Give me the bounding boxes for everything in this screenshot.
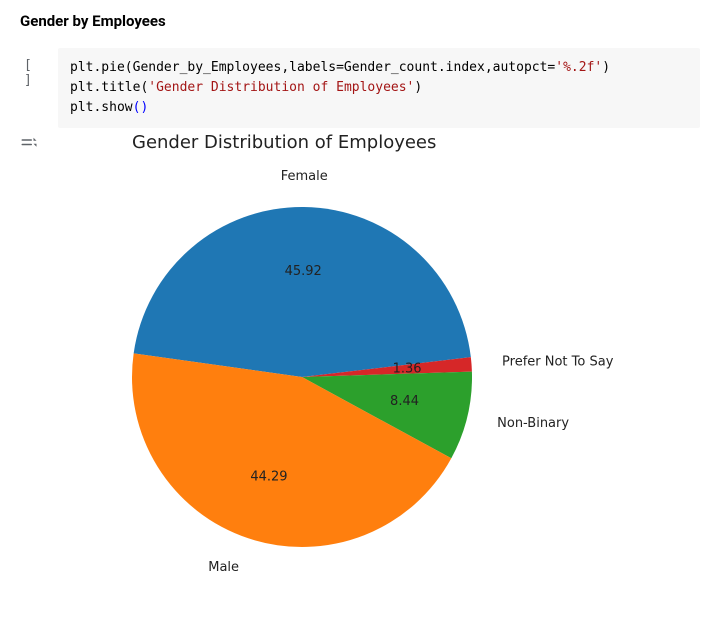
pie-category-label: Prefer Not To Say: [502, 355, 614, 370]
output-row: Gender Distribution of Employees 45.92 Fe…: [20, 132, 700, 587]
pie-category-label: Female: [281, 169, 328, 184]
pie-slice: [134, 207, 471, 377]
code-cell: [ ] plt.pie(Gender_by_Employees,labels=G…: [20, 48, 700, 128]
pie-chart: 45.92Female1.36Prefer Not To Say8.44Non-…: [92, 157, 652, 587]
chart-title: Gender Distribution of Employees: [92, 132, 700, 153]
chart-output: Gender Distribution of Employees 45.92 Fe…: [58, 132, 700, 587]
pie-percent-label: 45.92: [285, 265, 322, 280]
pie-percent-label: 8.44: [390, 394, 419, 409]
section-heading: Gender by Employees: [20, 12, 700, 30]
pie-percent-label: 44.29: [250, 470, 287, 485]
pie-category-label: Male: [208, 560, 239, 575]
code-block[interactable]: plt.pie(Gender_by_Employees,labels=Gende…: [58, 48, 700, 128]
cell-prompt: [ ]: [20, 48, 48, 88]
pie-category-label: Non-Binary: [497, 416, 569, 431]
output-toggle-icon[interactable]: [20, 132, 48, 152]
